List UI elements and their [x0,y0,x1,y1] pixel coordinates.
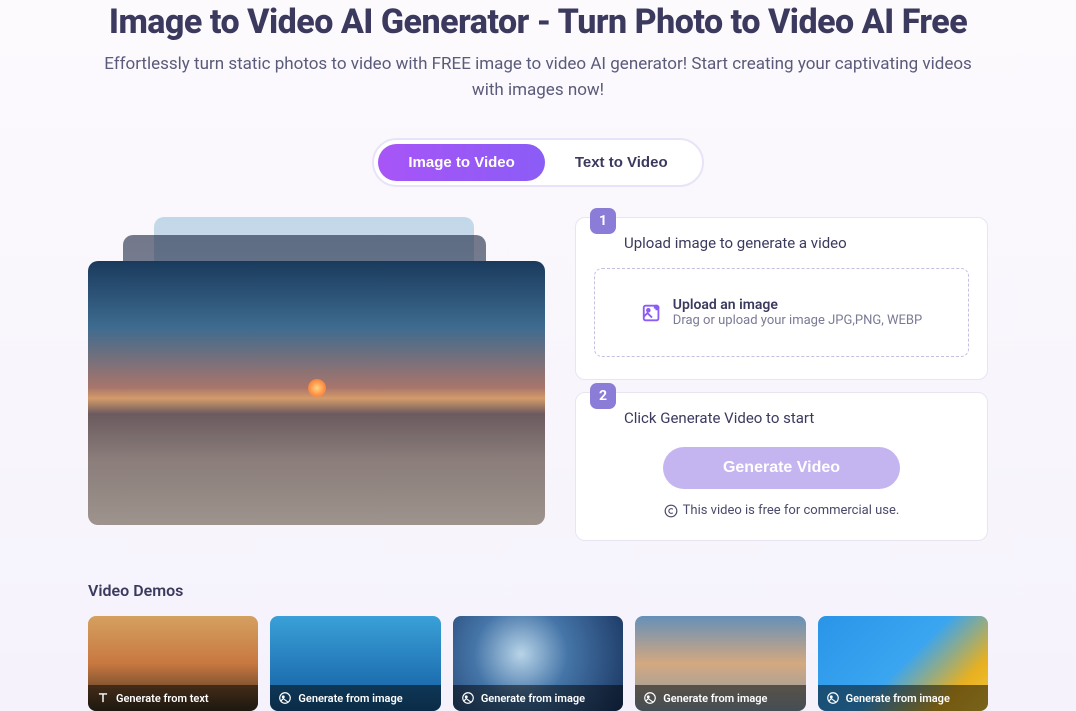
preview-image-front [88,261,545,525]
demo-card-text[interactable]: Generate from text [88,616,258,711]
image-icon [461,691,475,705]
step-2-badge: 2 [590,383,616,409]
commercial-note: This video is free for commercial use. [594,503,969,518]
demos-row: Generate from text Generate from image [88,616,988,711]
upload-hint: Drag or upload your image JPG,PNG, WEBP [673,313,922,328]
demo-label: Generate from text [116,692,209,705]
page-title: Image to Video AI Generator - Turn Photo… [88,2,988,42]
image-icon [826,691,840,705]
mode-tabs: Image to Video Text to Video [372,138,703,187]
commercial-note-text: This video is free for commercial use. [683,503,900,518]
step-2-title: Click Generate Video to start [624,409,969,427]
demos-title: Video Demos [88,581,988,600]
upload-title: Upload an image [673,297,922,313]
preview-image-stack [88,217,545,525]
tab-text-to-video[interactable]: Text to Video [545,144,698,181]
demo-label: Generate from image [846,692,950,705]
tab-image-to-video[interactable]: Image to Video [378,144,544,181]
demo-label: Generate from image [298,692,402,705]
demo-label: Generate from image [481,692,585,705]
step-1-card: 1 Upload image to generate a video Uploa… [575,217,988,380]
demo-card-image[interactable]: Generate from image [818,616,988,711]
demo-card-image[interactable]: Generate from image [270,616,440,711]
demo-card-image[interactable]: Generate from image [635,616,805,711]
page-subtitle: Effortlessly turn static photos to video… [98,52,978,103]
generate-video-button[interactable]: Generate Video [663,447,900,489]
upload-dropzone[interactable]: Upload an image Drag or upload your imag… [594,268,969,357]
demo-label: Generate from image [663,692,767,705]
copyright-icon [664,504,678,518]
image-icon [278,691,292,705]
text-icon [96,691,110,705]
step-2-card: 2 Click Generate Video to start Generate… [575,392,988,541]
upload-image-icon [641,302,663,324]
step-1-badge: 1 [590,208,616,234]
demo-card-image[interactable]: Generate from image [453,616,623,711]
step-1-title: Upload image to generate a video [624,234,969,252]
image-icon [643,691,657,705]
